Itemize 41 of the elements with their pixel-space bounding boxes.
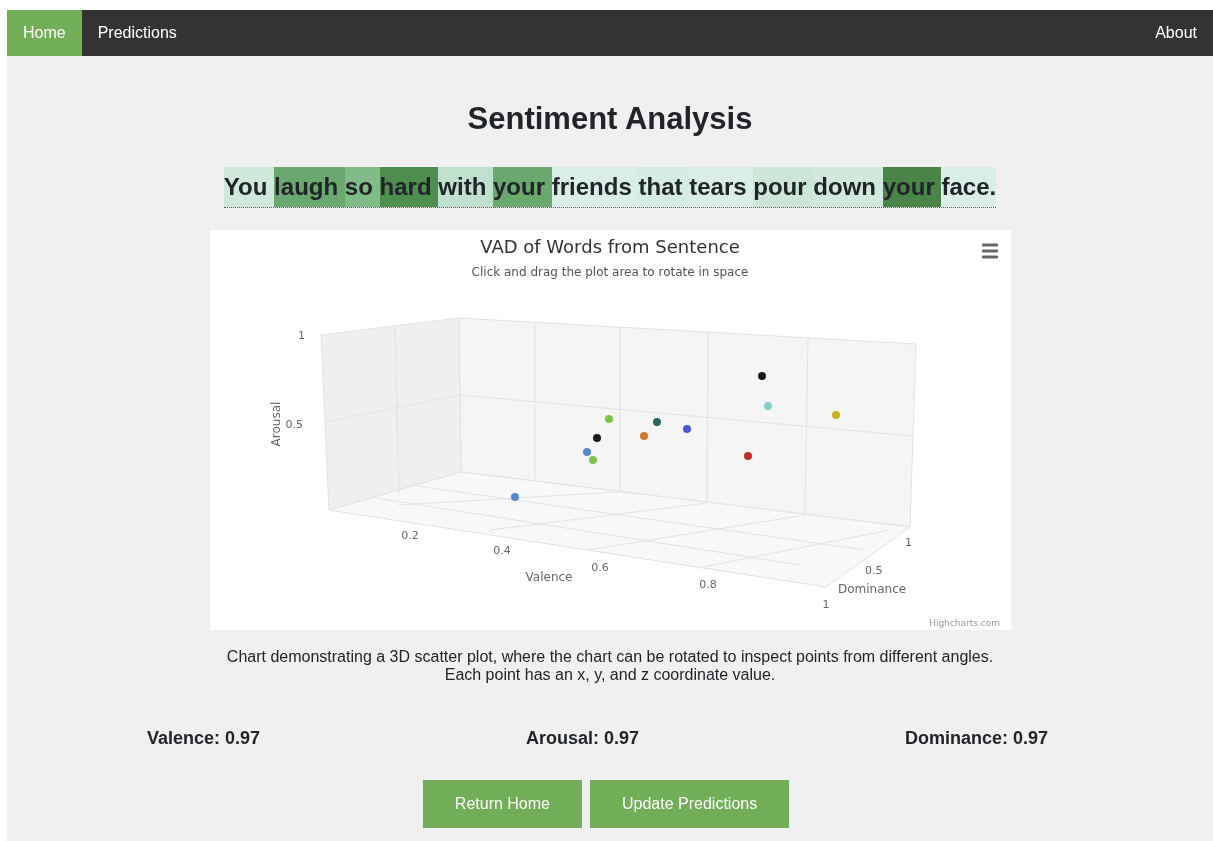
highlighted-word: laugh (274, 167, 345, 208)
axis-tick-label: 1 (297, 329, 305, 343)
page-title: Sentiment Analysis (466, 100, 754, 138)
score-label: Arousal: 0.97 (526, 727, 640, 751)
highlighted-word: hard (379, 167, 439, 208)
axis-tick-label: 0.8 (698, 578, 717, 592)
axis-tick-label: 1 (904, 536, 912, 550)
highlighted-word: so (344, 167, 380, 208)
highlighted-word: your (882, 167, 942, 208)
axis-title: Arousal (268, 401, 283, 447)
highlighted-word: down (813, 167, 883, 208)
data-point[interactable] (592, 434, 601, 443)
axis-tick-label: 1 (822, 598, 829, 612)
highlighted-word: tears (689, 167, 754, 208)
highlighted-word: You (223, 167, 275, 208)
axis-tick-label: 0.5 (285, 418, 303, 432)
highlighted-word: friends (551, 167, 639, 208)
axis-tick-label: 0.6 (590, 561, 609, 575)
chart-subtitle: Click and drag the plot area to rotate in space (471, 265, 748, 280)
highlighted-word: with (438, 167, 493, 208)
score-label: Dominance: 0.97 (904, 727, 1048, 751)
highlighted-word: face. (941, 167, 997, 208)
scatter-chart-panel[interactable]: VAD of Words from Sentence Click and drag the plot area to rotate in space 1 0.5 Arousal 0.2 0.4 0.6 0.8 1 Valence 1 0.5 Dominance Highcharts.com (209, 230, 1011, 631)
chart-caption: Chart demonstrating a 3D scatter plot, where the chart can be rotated to inspect points from different angles. (225, 648, 995, 667)
axis-title: Valence (525, 570, 572, 585)
highlighted-word: your (493, 167, 552, 208)
highlighted-word: pour (753, 167, 814, 208)
data-point[interactable] (652, 418, 661, 427)
data-point[interactable] (757, 372, 766, 381)
chart-title: VAD of Words from Sentence (479, 236, 740, 258)
menu-icon[interactable] (981, 243, 998, 259)
axis-title: Dominance (837, 582, 906, 597)
axis-tick-label: 0.5 (864, 564, 882, 578)
highlighted-word: that (638, 167, 690, 208)
score-label: Valence: 0.97 (147, 727, 261, 751)
axis-tick-label: 0.2 (400, 529, 419, 543)
nav-link[interactable]: About (1139, 10, 1213, 56)
axis-tick-label: 0.4 (492, 544, 511, 558)
chart-caption: Each point has an x, y, and z coordinate value. (443, 666, 777, 685)
credits-link: Highcharts.com (928, 618, 1000, 629)
nav-link[interactable]: Predictions (81, 10, 193, 56)
